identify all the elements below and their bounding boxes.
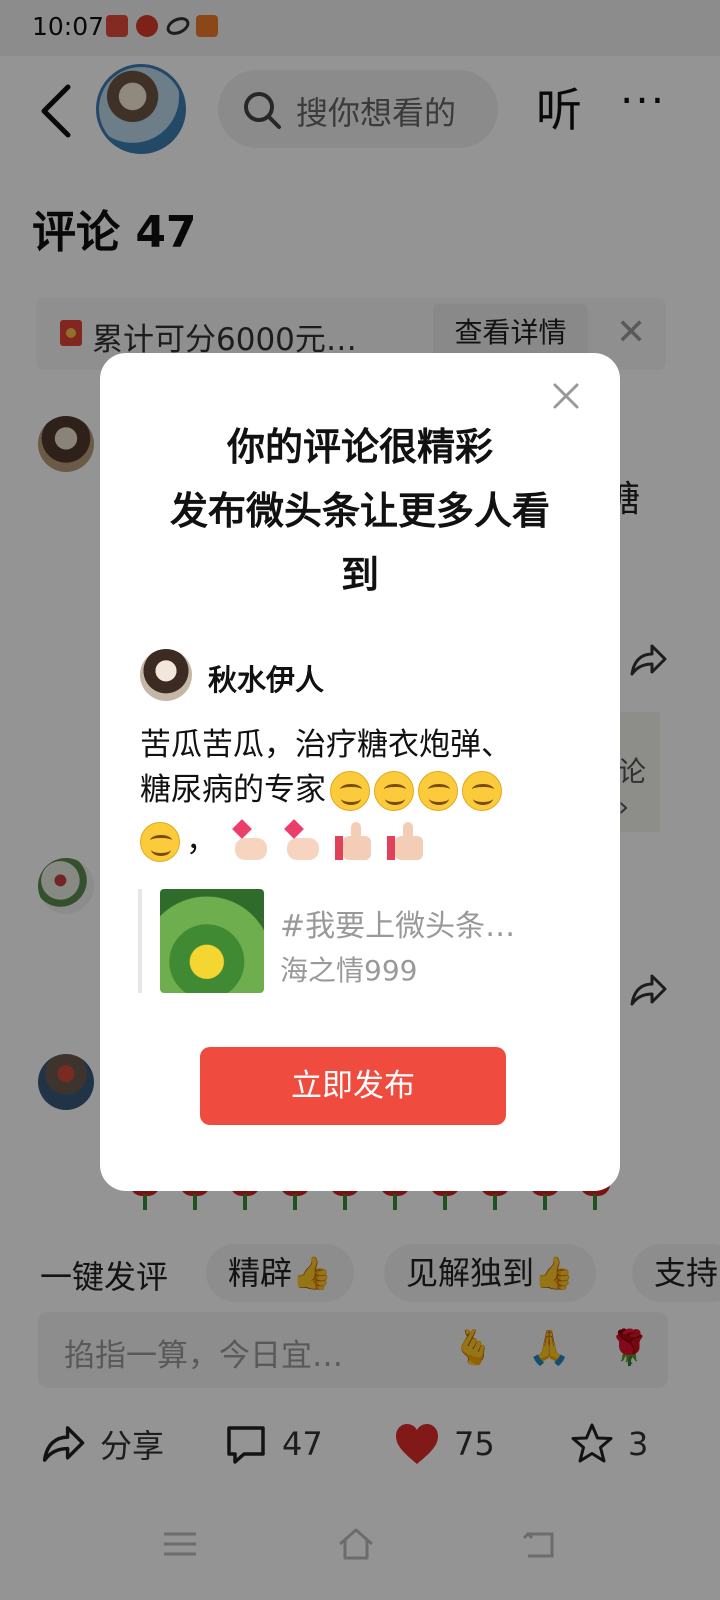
- smile-emoji-icon: [374, 770, 414, 811]
- dialog-heading-line: 发布微头条让更多人看: [169, 489, 550, 533]
- dialog-heading-line: 你的评论很精彩: [226, 425, 493, 469]
- thumbs-up-emoji-icon: [387, 821, 427, 862]
- smile-emoji-icon: [140, 821, 180, 862]
- smile-emoji-icon: [330, 770, 370, 811]
- quoted-post: #我要上微头条… 海之情999: [138, 889, 578, 993]
- comment-text-line: 糖尿病的专家: [140, 772, 326, 808]
- thumbs-up-emoji-icon: [335, 821, 375, 862]
- quoted-post-author: 海之情999: [280, 954, 418, 987]
- finger-heart-emoji-icon: [283, 818, 323, 862]
- comment-emoji-row: ，: [140, 818, 580, 864]
- comment-author-name: 秋水伊人: [208, 663, 325, 697]
- publish-now-button[interactable]: 立即发布: [200, 1047, 506, 1125]
- finger-heart-emoji-icon: [231, 818, 271, 862]
- dialog-heading-line: 到: [340, 553, 379, 597]
- comment-comma: ，: [186, 823, 217, 859]
- smile-emoji-icon: [418, 770, 458, 811]
- publish-dialog: 你的评论很精彩 发布微头条让更多人看 到 秋水伊人 苦瓜苦瓜，治疗糖衣炮弹、 糖…: [100, 353, 620, 1191]
- avatar: [140, 649, 192, 701]
- close-icon[interactable]: [549, 379, 583, 413]
- comment-text-line: 苦瓜苦瓜，治疗糖衣炮弹、: [140, 727, 512, 763]
- quoted-post-thumbnail: [160, 889, 264, 993]
- comment-text-line-2: 糖尿病的专家: [140, 768, 580, 813]
- dialog-heading: 你的评论很精彩 发布微头条让更多人看 到: [140, 415, 580, 607]
- smile-emoji-icon: [462, 770, 502, 811]
- comment-text: 苦瓜苦瓜，治疗糖衣炮弹、 糖尿病的专家 ，: [140, 723, 580, 864]
- quoted-post-title: #我要上微头条…: [280, 909, 516, 944]
